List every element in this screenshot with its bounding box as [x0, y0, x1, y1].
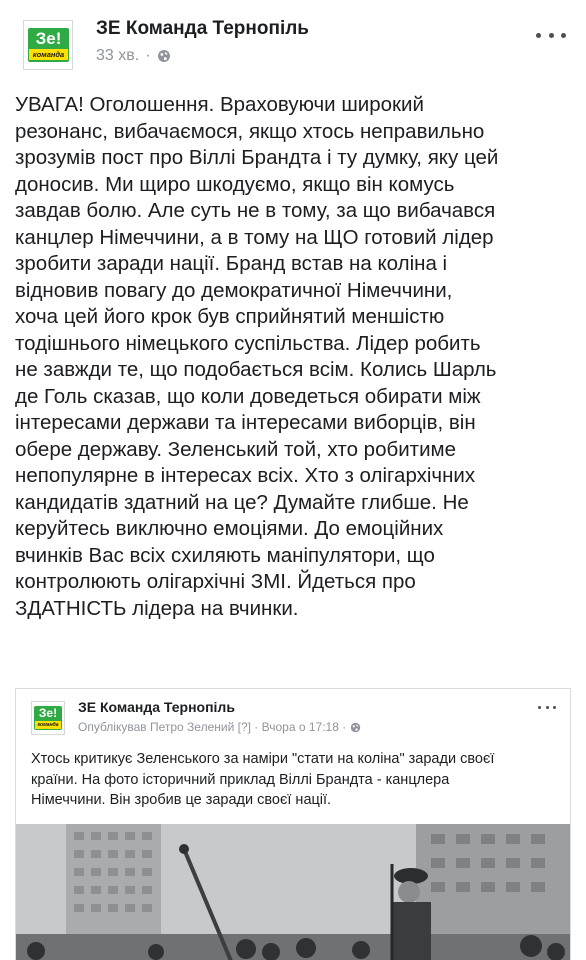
text-line: УВАГА! Оголошення. Враховуючи широкий [15, 93, 424, 116]
text-line: тодішнього німецького суспільства. Лідер… [15, 331, 481, 355]
shared-meta-text[interactable]: Опублікував Петро Зелений [?] · Вчора о … [78, 720, 346, 734]
text-line: обере державу. Зеленський той, хто робит… [15, 437, 457, 461]
text-line: контролюють олігархічні ЗМІ. Йдеться про [15, 570, 416, 593]
post-header: Зе! команда ЗЕ Команда Тернопіль 33 хв. … [0, 0, 586, 80]
logo-subtext: команда [29, 49, 68, 60]
globe-icon [350, 722, 361, 733]
text-line: не завжди те, що подобається всім. Колис… [15, 358, 497, 381]
text-line: доносив. Ми щиро шкодуємо, якщо він кому… [15, 172, 455, 196]
logo-subtext: команда [35, 721, 61, 729]
shared-post-card[interactable]: Зе! команда ЗЕ Команда Тернопіль Опублік… [15, 688, 571, 960]
logo-text: Зе! [35, 29, 62, 48]
meta-separator: · [145, 47, 151, 64]
post-timestamp[interactable]: 33 хв. [96, 47, 139, 65]
text-line: вчинків Вас всіх схиляють маніпулятори, … [15, 543, 435, 567]
text-line: кандидатів здатний на це? Думайте глибше… [15, 490, 469, 514]
shared-post-meta: Опублікував Петро Зелений [?] · Вчора о … [78, 720, 361, 734]
shared-page-avatar[interactable]: Зе! команда [31, 701, 65, 735]
page-avatar[interactable]: Зе! команда [23, 20, 73, 70]
photo-scene-illustration [16, 824, 570, 960]
ze-logo-icon: Зе! команда [34, 706, 62, 730]
text-line: де Голь сказав, що коли доведеться обира… [15, 384, 481, 408]
globe-icon [157, 49, 171, 63]
ze-logo-icon: Зе! команда [28, 28, 69, 62]
more-options-icon[interactable] [538, 704, 556, 710]
text-line: інтересами держави та інтересами виборці… [15, 411, 476, 434]
text-line: хоча цей його крок був сприйнятий меншіс… [15, 305, 445, 328]
text-line: країни. На фото історичний приклад Віллі… [31, 771, 450, 788]
text-line: зрозумів пост про Віллі Брандта і ту дум… [15, 146, 499, 169]
text-line: канцлер Німеччини, а в тому на ЩО готови… [15, 225, 494, 249]
shared-page-name-link[interactable]: ЗЕ Команда Тернопіль [78, 699, 235, 715]
text-line: непопулярне в інтересах всіх. Хто з оліг… [15, 464, 476, 487]
logo-text: Зе! [38, 706, 58, 720]
page-name-link[interactable]: ЗЕ Команда Тернопіль [96, 18, 309, 40]
text-line: резонанс, вибачаємося, якщо хтось неправ… [15, 119, 485, 143]
text-line: завдав болю. Але суть не в тому, за що в… [15, 199, 496, 222]
text-line: ЗДАТНІСТЬ лідера на вчинки. [15, 596, 299, 620]
text-line: зробити заради нації. Бранд встав на кол… [15, 252, 448, 275]
post-meta: 33 хв. · [96, 47, 171, 65]
text-line: відновив повагу до демократичної Німеччи… [15, 278, 453, 302]
more-options-icon[interactable] [536, 30, 566, 40]
historical-photo[interactable] [16, 824, 570, 960]
post-body: УВАГА! Оголошення. Враховуючи широкий рез… [15, 92, 575, 622]
text-line: Хтось критикує Зеленського за наміри "ст… [31, 751, 495, 767]
text-line: Німеччини. Він зробив це заради своєї на… [31, 792, 332, 808]
shared-post-body: Хтось критикує Зеленського за наміри "ст… [31, 749, 561, 811]
text-line: керуйтесь виключно емоціями. До емоційни… [15, 517, 444, 540]
